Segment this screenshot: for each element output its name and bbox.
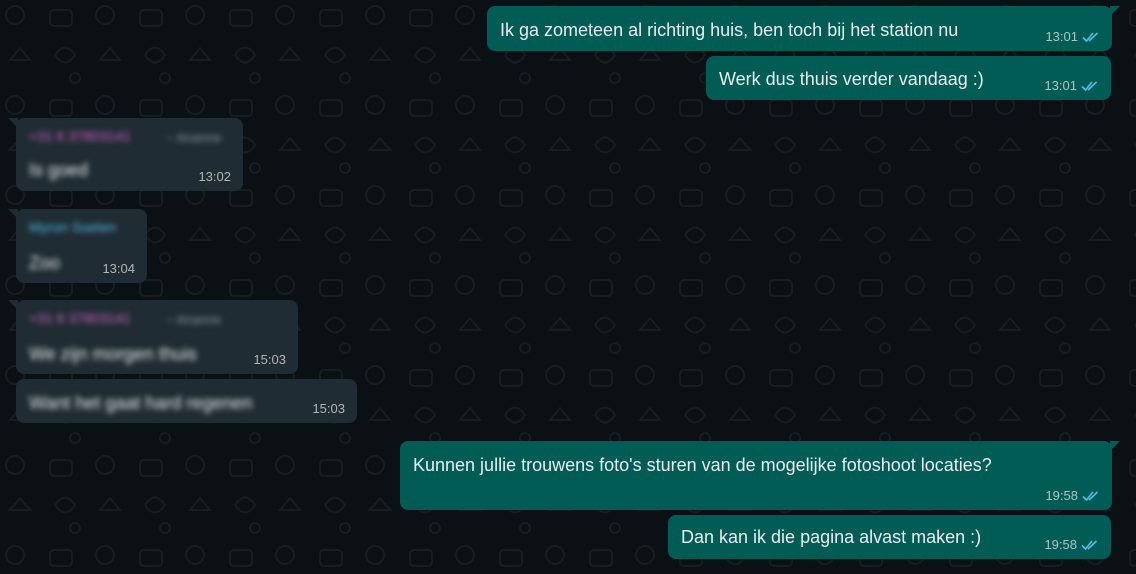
- message-meta: 13:01: [1044, 78, 1099, 93]
- message-time: 13:02: [198, 169, 231, 184]
- chat-pane: Ik ga zometeen al richting huis, ben toc…: [0, 0, 1136, 574]
- message-text: Is goed: [29, 160, 89, 180]
- double-check-read-icon: [1082, 31, 1099, 42]
- message-bubble-outgoing[interactable]: Ik ga zometeen al richting huis, ben toc…: [487, 6, 1120, 51]
- message-bubble-incoming[interactable]: Myron Soeten Zoo 13:04: [8, 209, 147, 283]
- double-check-read-icon: [1081, 539, 1098, 550]
- message-time: 15:03: [253, 352, 286, 367]
- message-meta: 13:02: [198, 169, 231, 184]
- message-bubble-outgoing[interactable]: Dan kan ik die pagina alvast maken :) 19…: [668, 515, 1111, 559]
- message-time: 13:01: [1045, 29, 1078, 44]
- message-meta: 15:03: [253, 352, 286, 367]
- message-time: 19:58: [1045, 488, 1078, 503]
- message-meta: 19:58: [1044, 537, 1099, 552]
- double-check-read-icon: [1082, 490, 1099, 501]
- message-text: Want het gaat hard regenen: [29, 393, 253, 413]
- message-bubble-incoming[interactable]: +31 6 37803141 ~ Ananne Is goed 13:02: [8, 118, 243, 191]
- sender-phone: ~ Ananne: [166, 130, 222, 145]
- message-meta: 19:58: [1045, 488, 1100, 503]
- message-bubble-incoming[interactable]: Want het gaat hard regenen 15:03: [16, 379, 357, 423]
- message-text: Werk dus thuis verder vandaag :): [719, 69, 984, 89]
- message-text: Ik ga zometeen al richting huis, ben toc…: [500, 20, 959, 40]
- message-meta: 13:01: [1045, 29, 1100, 44]
- message-text: Zoo: [29, 253, 61, 273]
- message-text: We zijn morgen thuis: [29, 344, 197, 364]
- message-bubble-incoming[interactable]: +31 6 37803141 ~ Ananne We zijn morgen t…: [8, 300, 298, 374]
- double-check-read-icon: [1081, 80, 1098, 91]
- message-meta: 15:03: [312, 401, 345, 416]
- message-time: 19:58: [1044, 537, 1077, 552]
- sender-name[interactable]: Myron Soeten: [29, 219, 116, 235]
- message-meta: 13:04: [102, 261, 135, 276]
- message-bubble-outgoing[interactable]: Kunnen jullie trouwens foto's sturen van…: [400, 441, 1120, 510]
- sender-name[interactable]: +31 6 37803141: [29, 310, 131, 326]
- message-time: 15:03: [312, 401, 345, 416]
- message-time: 13:04: [102, 261, 135, 276]
- message-bubble-outgoing[interactable]: Werk dus thuis verder vandaag :) 13:01: [706, 56, 1111, 100]
- sender-name[interactable]: +31 6 37803141: [29, 128, 131, 144]
- message-text: Dan kan ik die pagina alvast maken :): [681, 527, 982, 547]
- message-time: 13:01: [1044, 78, 1077, 93]
- sender-phone: ~ Ananne: [166, 312, 222, 327]
- message-text: Kunnen jullie trouwens foto's sturen van…: [413, 455, 992, 475]
